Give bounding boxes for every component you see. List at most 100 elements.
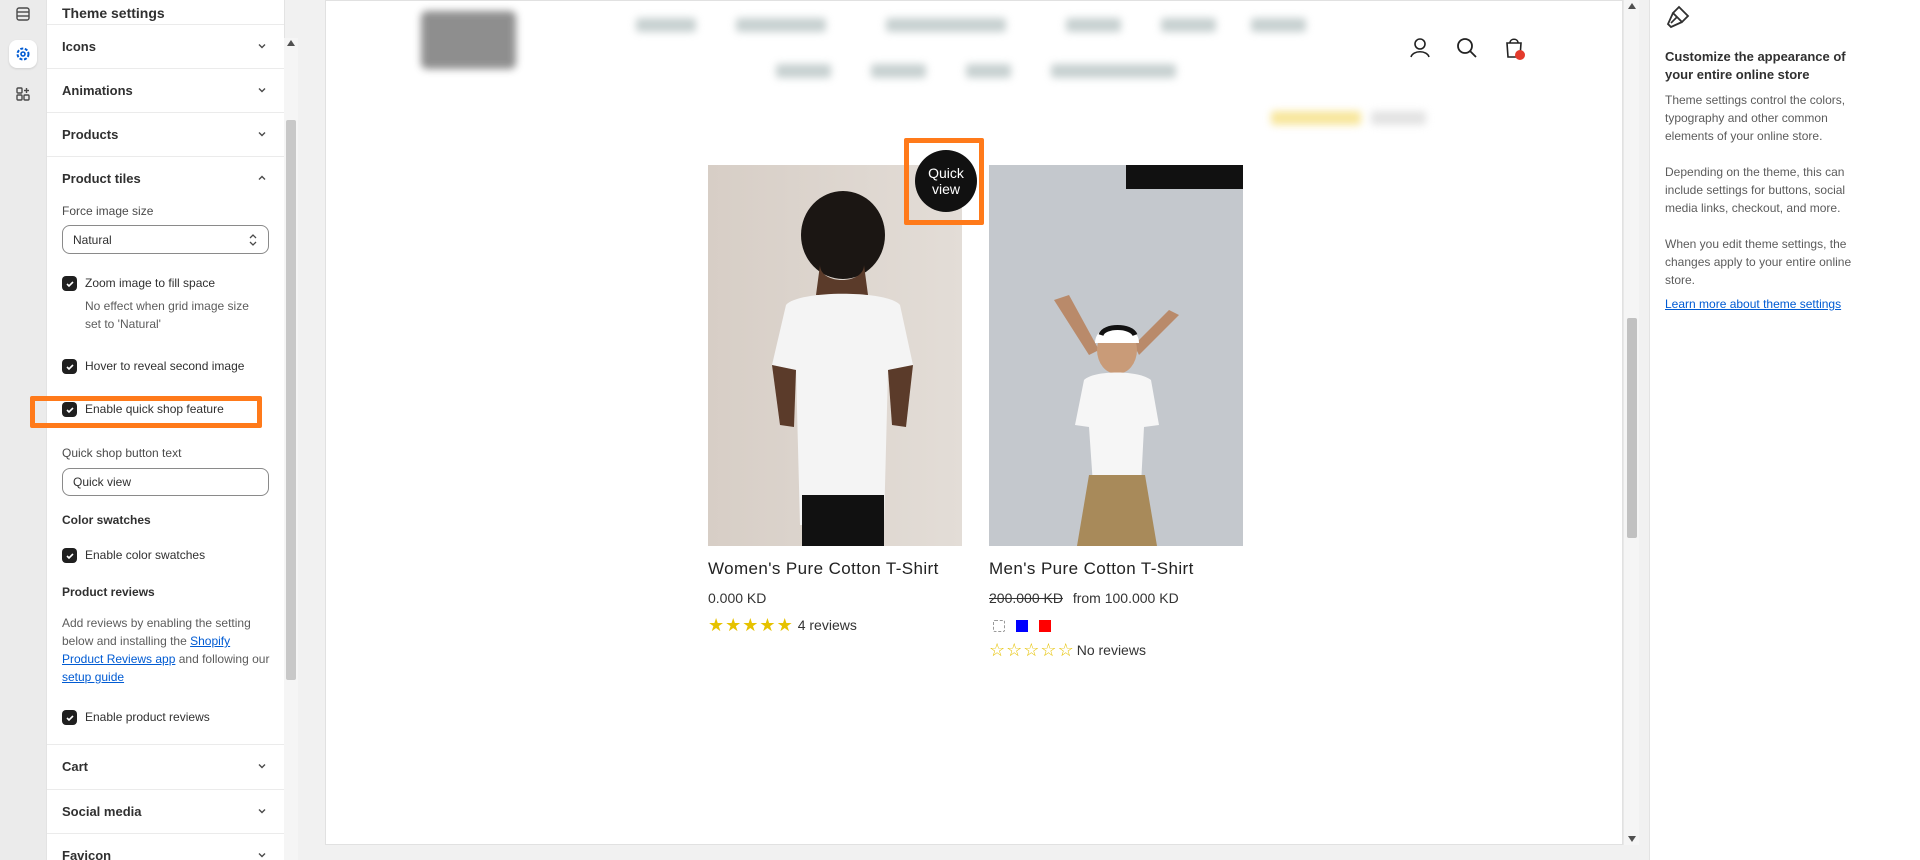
panel-title: Theme settings: [62, 5, 165, 21]
section-label: Animations: [62, 83, 133, 98]
paintbrush-icon: [1666, 5, 1690, 29]
section-icons[interactable]: Icons: [47, 24, 284, 68]
chevron-up-icon: [258, 175, 266, 180]
scrollbar-thumb[interactable]: [1627, 318, 1637, 538]
checkmark-icon[interactable]: [62, 710, 77, 725]
compare-at-price: 200.000 KD: [989, 590, 1063, 606]
help-heading: Customize the appearance of your entire …: [1665, 49, 1846, 82]
apps-icon[interactable]: [9, 80, 37, 108]
section-products[interactable]: Products: [47, 112, 284, 156]
product-title[interactable]: Women's Pure Cotton T-Shirt: [708, 559, 939, 579]
section-social-media[interactable]: Social media: [47, 789, 284, 833]
custom-label-badge: [1126, 165, 1243, 189]
help-paragraph-1: Theme settings control the colors, typog…: [1665, 93, 1846, 143]
section-label: Product tiles: [62, 171, 141, 186]
checkbox-label: Hover to reveal second image: [85, 359, 245, 373]
quick-shop-text-label: Quick shop button text: [62, 446, 182, 460]
swatch-white[interactable]: [993, 620, 1005, 632]
star-outline-icon: ☆: [1023, 640, 1040, 660]
announcement-text: [1371, 111, 1426, 125]
nav-item: [1051, 64, 1176, 78]
sale-price: from 100.000 KD: [1072, 590, 1179, 606]
product-price: 0.000 KD: [708, 590, 767, 606]
nav-item: [886, 18, 1006, 32]
star-filled-icon: ★: [759, 615, 776, 635]
storefront-preview: Quick view Women's Pure Cotton T-Shirt 0…: [325, 0, 1623, 845]
checkmark-icon[interactable]: [62, 276, 77, 291]
star-outline-icon: ☆: [1057, 640, 1074, 660]
section-label: Favicon: [62, 848, 112, 860]
reviews-description: Add reviews by enabling the setting belo…: [62, 614, 272, 686]
color-swatches-heading: Color swatches: [62, 513, 151, 527]
star-filled-icon: ★: [725, 615, 742, 635]
swatch-red[interactable]: [1039, 620, 1051, 632]
setup-guide-link[interactable]: setup guide: [62, 670, 124, 684]
product-rating: ★ ★ ★ ★ ★ 4 reviews: [708, 616, 857, 634]
quick-shop-highlight: [30, 396, 262, 428]
checkmark-icon[interactable]: [62, 359, 77, 374]
section-animations[interactable]: Animations: [47, 68, 284, 112]
preview-scrollbar[interactable]: [1623, 0, 1639, 845]
review-count: No reviews: [1076, 642, 1146, 658]
input-value: Quick view: [73, 475, 132, 489]
section-favicon[interactable]: Favicon: [47, 833, 284, 860]
star-outline-icon: ☆: [989, 640, 1006, 660]
chevron-down-icon: [258, 132, 266, 137]
select-arrows-icon: [249, 234, 257, 246]
help-paragraph-2: Depending on the theme, this can include…: [1665, 165, 1846, 215]
sections-icon[interactable]: [9, 0, 37, 28]
checkmark-icon[interactable]: [62, 548, 77, 563]
zoom-help-text: No effect when grid image size set to 'N…: [85, 299, 249, 331]
chevron-down-icon: [258, 44, 266, 49]
hover-second-image-checkbox[interactable]: Hover to reveal second image: [62, 359, 244, 374]
scrollbar-thumb[interactable]: [286, 120, 296, 680]
learn-more-link[interactable]: Learn more about theme settings: [1665, 297, 1841, 311]
section-product-tiles[interactable]: Product tiles: [47, 156, 284, 200]
product-title[interactable]: Men's Pure Cotton T-Shirt: [989, 559, 1194, 579]
product-image-men-tshirt[interactable]: [989, 165, 1243, 546]
star-filled-icon: ★: [742, 615, 759, 635]
swatch-blue[interactable]: [1016, 620, 1028, 632]
nav-item: [736, 18, 826, 32]
force-image-size-select[interactable]: Natural: [62, 225, 269, 254]
section-label: Icons: [62, 39, 96, 54]
section-label: Cart: [62, 759, 89, 774]
nav-item: [1161, 18, 1216, 32]
star-filled-icon: ★: [776, 615, 793, 635]
chevron-down-icon: [258, 88, 266, 93]
product-reviews-heading: Product reviews: [62, 585, 155, 599]
star-outline-icon: ☆: [1006, 640, 1023, 660]
quick-shop-text-input[interactable]: Quick view: [62, 468, 269, 496]
theme-settings-gear-icon[interactable]: [9, 40, 37, 68]
settings-scrollbar[interactable]: [284, 38, 298, 860]
force-image-size-label: Force image size: [62, 204, 154, 218]
scroll-up-arrow-icon[interactable]: [1628, 3, 1636, 9]
checkbox-label: Enable product reviews: [85, 710, 210, 724]
nav-item: [776, 64, 831, 78]
section-cart[interactable]: Cart: [47, 744, 284, 788]
search-icon[interactable]: [1454, 35, 1480, 61]
checkbox-label: Enable color swatches: [85, 548, 206, 562]
man-tshirt-photo: [989, 165, 1243, 546]
announcement-badge: [1271, 111, 1361, 125]
star-filled-icon: ★: [708, 615, 725, 635]
store-logo: [421, 11, 516, 69]
checkbox-label: Zoom image to fill space: [85, 276, 216, 290]
section-label: Social media: [62, 804, 142, 819]
product-reviews-checkbox[interactable]: Enable product reviews: [62, 710, 210, 725]
zoom-image-checkbox[interactable]: Zoom image to fill space: [62, 276, 215, 291]
nav-item: [1066, 18, 1121, 32]
scroll-down-arrow-icon[interactable]: [1628, 836, 1636, 842]
chevron-down-icon: [258, 764, 266, 769]
review-count: 4 reviews: [797, 617, 857, 633]
nav-item: [1251, 18, 1306, 32]
cart-badge: [1515, 50, 1525, 60]
scroll-up-arrow-icon[interactable]: [287, 40, 295, 46]
account-icon[interactable]: [1407, 35, 1433, 61]
help-panel: Customize the appearance of your entire …: [1649, 0, 1920, 860]
color-swatches-checkbox[interactable]: Enable color swatches: [62, 548, 205, 563]
chevron-down-icon: [258, 809, 266, 814]
section-label: Products: [62, 127, 119, 142]
help-paragraph-3: When you edit theme settings, the change…: [1665, 237, 1852, 287]
theme-settings-panel: Theme settings Icons Animations Products…: [47, 0, 285, 860]
